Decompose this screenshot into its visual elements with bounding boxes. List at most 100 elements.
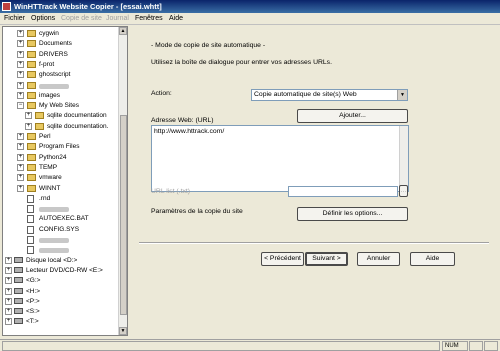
tree-item-label: ghostscript [39, 71, 71, 79]
expand-icon[interactable]: − [17, 102, 24, 110]
tree-folder-item[interactable]: + f-prot [3, 60, 118, 70]
scroll-down-arrow-icon[interactable]: ▼ [119, 327, 127, 335]
menu-journal: Journal [106, 15, 129, 22]
redacted-label [39, 83, 69, 89]
drive-icon [14, 277, 23, 284]
address-scrollbar[interactable] [399, 126, 408, 191]
expand-icon[interactable]: + [17, 143, 24, 151]
next-button[interactable]: Suivant > [305, 252, 348, 266]
status-cell-empty [469, 341, 483, 351]
tree-drive-item[interactable]: + <S:> [3, 307, 118, 317]
expand-icon[interactable]: + [17, 184, 24, 192]
tree-drive-item[interactable]: + <H:> [3, 287, 118, 297]
expand-icon[interactable]: + [5, 287, 12, 295]
tree-file-item[interactable]: .rnd [3, 194, 118, 204]
tree-item-label: images [39, 91, 60, 99]
divider [139, 242, 489, 244]
tree-folder-item[interactable]: + TEMP [3, 163, 118, 173]
tree-item-label: <S:> [26, 308, 40, 316]
expand-icon[interactable]: + [17, 81, 24, 89]
cancel-button[interactable]: Annuler [357, 252, 400, 266]
tree-drive-item[interactable]: + <G:> [3, 276, 118, 286]
tree-file-item[interactable]: CONFIG.SYS [3, 225, 118, 235]
tree-file-item[interactable]: AUTOEXEC.BAT [3, 214, 118, 224]
tree-folder-item[interactable]: + sqlite documentation. [3, 122, 118, 132]
tree-item-label: My Web Sites [39, 102, 79, 110]
folder-icon [27, 102, 36, 110]
folder-icon [27, 71, 36, 79]
url-list-browse-button: ... [399, 185, 408, 197]
expand-icon[interactable]: + [17, 153, 24, 161]
action-label: Action: [151, 90, 172, 97]
tree-file-item[interactable] [3, 245, 118, 255]
tree-drive-item[interactable]: + Lecteur DVD/CD-RW <E:> [3, 266, 118, 276]
file-icon [27, 215, 34, 224]
define-options-button[interactable]: Définir les options... [297, 207, 408, 221]
wizard-pane: - Mode de copie de site automatique - Ut… [131, 26, 498, 336]
tree-folder-item[interactable]: + ghostscript [3, 70, 118, 80]
tree-folder-item[interactable]: + sqlite documentation [3, 111, 118, 121]
chevron-down-icon[interactable]: ▼ [397, 90, 407, 100]
tree-folder-item[interactable]: + vmware [3, 173, 118, 183]
tree-folder-item[interactable]: + WINNT [3, 184, 118, 194]
expand-icon[interactable]: + [5, 318, 12, 326]
tree-item-label: TEMP [39, 163, 58, 171]
expand-icon[interactable]: + [25, 122, 32, 130]
expand-icon[interactable]: + [5, 256, 12, 264]
tree-drive-item[interactable]: + <P:> [3, 297, 118, 307]
tree-file-item[interactable] [3, 235, 118, 245]
tree-folder-item[interactable]: + Documents [3, 39, 118, 49]
folder-tree[interactable]: ▲ ▼ + cygwin + Documents + DRIVERS + f-prot + gho… [2, 26, 128, 336]
menu-options[interactable]: Options [31, 14, 55, 24]
expand-icon[interactable]: + [17, 174, 24, 182]
expand-icon[interactable]: + [5, 308, 12, 316]
expand-icon[interactable]: + [25, 112, 32, 120]
tree-item-label: <T:> [26, 318, 39, 326]
expand-icon[interactable]: + [5, 266, 12, 274]
tree-folder-item[interactable]: + images [3, 91, 118, 101]
tree-folder-item[interactable]: − My Web Sites [3, 101, 118, 111]
tree-item-label: AUTOEXEC.BAT [39, 215, 89, 223]
add-url-button[interactable]: Ajouter... [297, 109, 408, 123]
expand-icon[interactable]: + [17, 60, 24, 68]
tree-file-item[interactable] [3, 204, 118, 214]
expand-icon[interactable]: + [17, 71, 24, 79]
tree-drive-item[interactable]: + Disque local <D:> [3, 256, 118, 266]
tree-scrollbar[interactable]: ▲ ▼ [118, 27, 127, 335]
tree-folder-item[interactable]: + cygwin [3, 29, 118, 39]
params-label: Paramètres de la copie du site [151, 208, 243, 215]
menu-aide[interactable]: Aide [169, 14, 183, 24]
scroll-up-arrow-icon[interactable]: ▲ [119, 27, 127, 35]
folder-icon [27, 153, 36, 161]
back-button[interactable]: < Précédent [261, 252, 304, 266]
expand-icon[interactable]: + [17, 50, 24, 58]
drive-icon [14, 266, 23, 273]
address-textarea[interactable]: http://www.httrack.com/ [151, 125, 409, 192]
file-icon [27, 225, 34, 234]
window-title: WinHTTrack Website Copier - [essai.whtt] [14, 2, 162, 11]
action-select[interactable]: Copie automatique de site(s) Web ▼ [251, 89, 408, 101]
menu-fenetres[interactable]: Fenêtres [135, 14, 163, 24]
tree-folder-item[interactable]: + Perl [3, 132, 118, 142]
tree-item-label: Lecteur DVD/CD-RW <E:> [26, 266, 103, 274]
expand-icon[interactable]: + [17, 133, 24, 140]
tree-folder-item[interactable]: + DRIVERS [3, 50, 118, 60]
tree-folder-item[interactable]: + [3, 81, 118, 91]
drive-icon [14, 287, 23, 294]
scroll-thumb[interactable] [120, 115, 127, 315]
menu-fichier[interactable]: Fichier [4, 14, 25, 24]
folder-icon [27, 60, 36, 68]
redacted-label [39, 238, 69, 243]
tree-folder-item[interactable]: + Program Files [3, 142, 118, 152]
expand-icon[interactable]: + [17, 163, 24, 171]
expand-icon[interactable]: + [17, 40, 24, 48]
tree-item-label: cygwin [39, 30, 59, 37]
expand-icon[interactable]: + [5, 297, 12, 305]
help-button[interactable]: Aide [410, 252, 455, 266]
tree-folder-item[interactable]: + Python24 [3, 153, 118, 163]
tree-drive-item[interactable]: + <T:> [3, 317, 118, 327]
expand-icon[interactable]: + [5, 277, 12, 285]
status-message [2, 341, 440, 351]
expand-icon[interactable]: + [17, 91, 24, 99]
expand-icon[interactable]: + [17, 30, 24, 37]
